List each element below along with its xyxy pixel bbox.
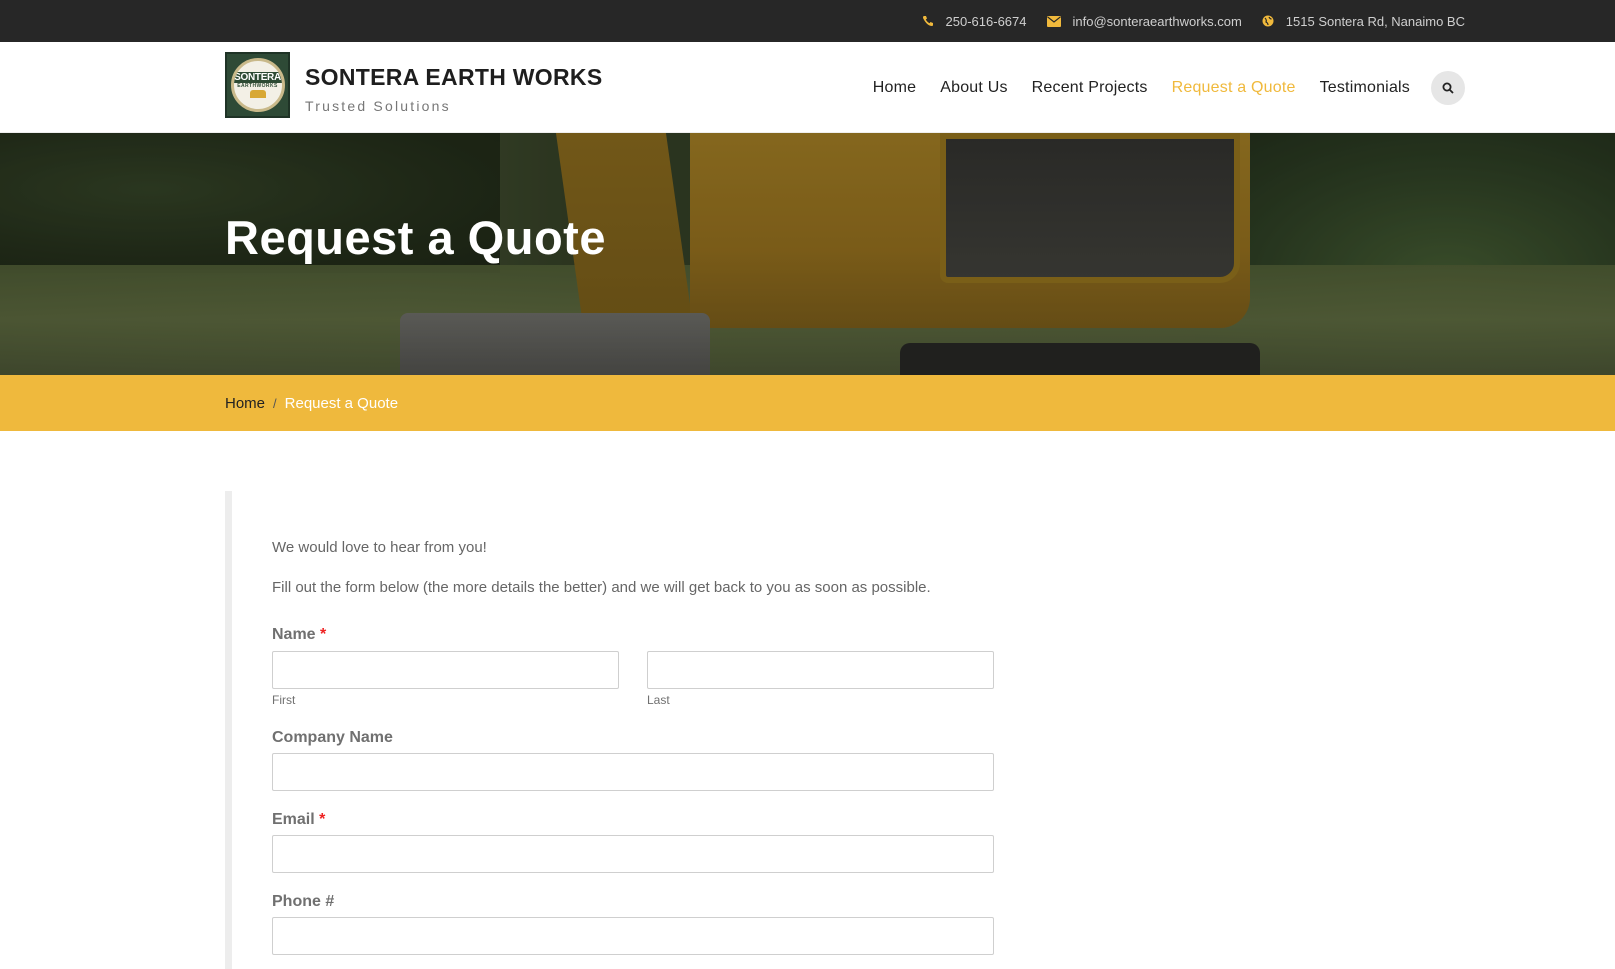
- name-label: Name *: [272, 626, 326, 644]
- nav-testimonials[interactable]: Testimonials: [1320, 79, 1410, 97]
- breadcrumb-separator: /: [273, 395, 277, 411]
- excavator-icon: [249, 90, 266, 98]
- logo-emblem: SONTERA EARTHWORKS: [230, 58, 285, 112]
- nav-home[interactable]: Home: [873, 79, 916, 97]
- company-label: Company Name: [272, 729, 393, 747]
- main-nav: Home About Us Recent Projects Request a …: [873, 42, 1410, 133]
- address-text: 1515 Sontera Rd, Nanaimo BC: [1285, 13, 1465, 29]
- phone-input[interactable]: [272, 917, 994, 955]
- first-name-input[interactable]: [272, 651, 619, 689]
- brand-name[interactable]: SONTERA EARTH WORKS: [305, 64, 602, 91]
- breadcrumb-current: Request a Quote: [284, 394, 399, 412]
- email-address: info@sonteraearthworks.com: [1072, 13, 1242, 29]
- intro-text: We would love to hear from you!: [272, 539, 487, 556]
- brand-tagline: Trusted Solutions: [305, 98, 451, 114]
- phone-label: Phone #: [272, 893, 334, 911]
- content-left-border: [225, 491, 232, 969]
- last-name-input[interactable]: [647, 651, 994, 689]
- phone-number: 250-616-6674: [945, 13, 1027, 29]
- intro-instructions: Fill out the form below (the more detail…: [272, 579, 931, 596]
- nav-recent-projects[interactable]: Recent Projects: [1032, 79, 1148, 97]
- required-mark: *: [320, 626, 327, 643]
- phone-label-text: Phone #: [272, 893, 335, 910]
- breadcrumb-home[interactable]: Home: [225, 395, 265, 412]
- envelope-icon: [1046, 15, 1061, 27]
- required-mark: *: [319, 811, 326, 828]
- company-name-input[interactable]: [272, 753, 994, 791]
- breadcrumb: Home / Request a Quote: [225, 375, 398, 431]
- page-title: Request a Quote: [225, 211, 606, 264]
- logo-text: SONTERA: [233, 72, 282, 83]
- name-label-text: Name: [272, 626, 316, 643]
- logo-subtext: EARTHWORKS: [237, 83, 278, 89]
- email-input[interactable]: [272, 835, 994, 873]
- search-icon: [1442, 82, 1454, 94]
- globe-icon: [1262, 15, 1274, 27]
- last-name-sublabel: Last: [647, 693, 670, 707]
- company-label-text: Company Name: [272, 729, 393, 746]
- nav-about-us[interactable]: About Us: [940, 79, 1007, 97]
- first-name-sublabel: First: [272, 693, 296, 707]
- top-contact-bar: 250-616-6674 info@sonteraearthworks.com …: [0, 0, 1615, 42]
- nav-request-a-quote[interactable]: Request a Quote: [1172, 79, 1296, 97]
- search-button[interactable]: [1431, 71, 1465, 105]
- email-contact[interactable]: info@sonteraearthworks.com: [1046, 13, 1242, 29]
- site-logo[interactable]: SONTERA EARTHWORKS: [225, 52, 290, 118]
- email-label: Email *: [272, 811, 325, 829]
- address-contact: 1515 Sontera Rd, Nanaimo BC: [1262, 14, 1465, 29]
- phone-icon: [922, 16, 933, 26]
- phone-contact[interactable]: 250-616-6674: [922, 14, 1027, 29]
- breadcrumb-bar: Home / Request a Quote: [0, 375, 1615, 431]
- email-label-text: Email: [272, 811, 315, 828]
